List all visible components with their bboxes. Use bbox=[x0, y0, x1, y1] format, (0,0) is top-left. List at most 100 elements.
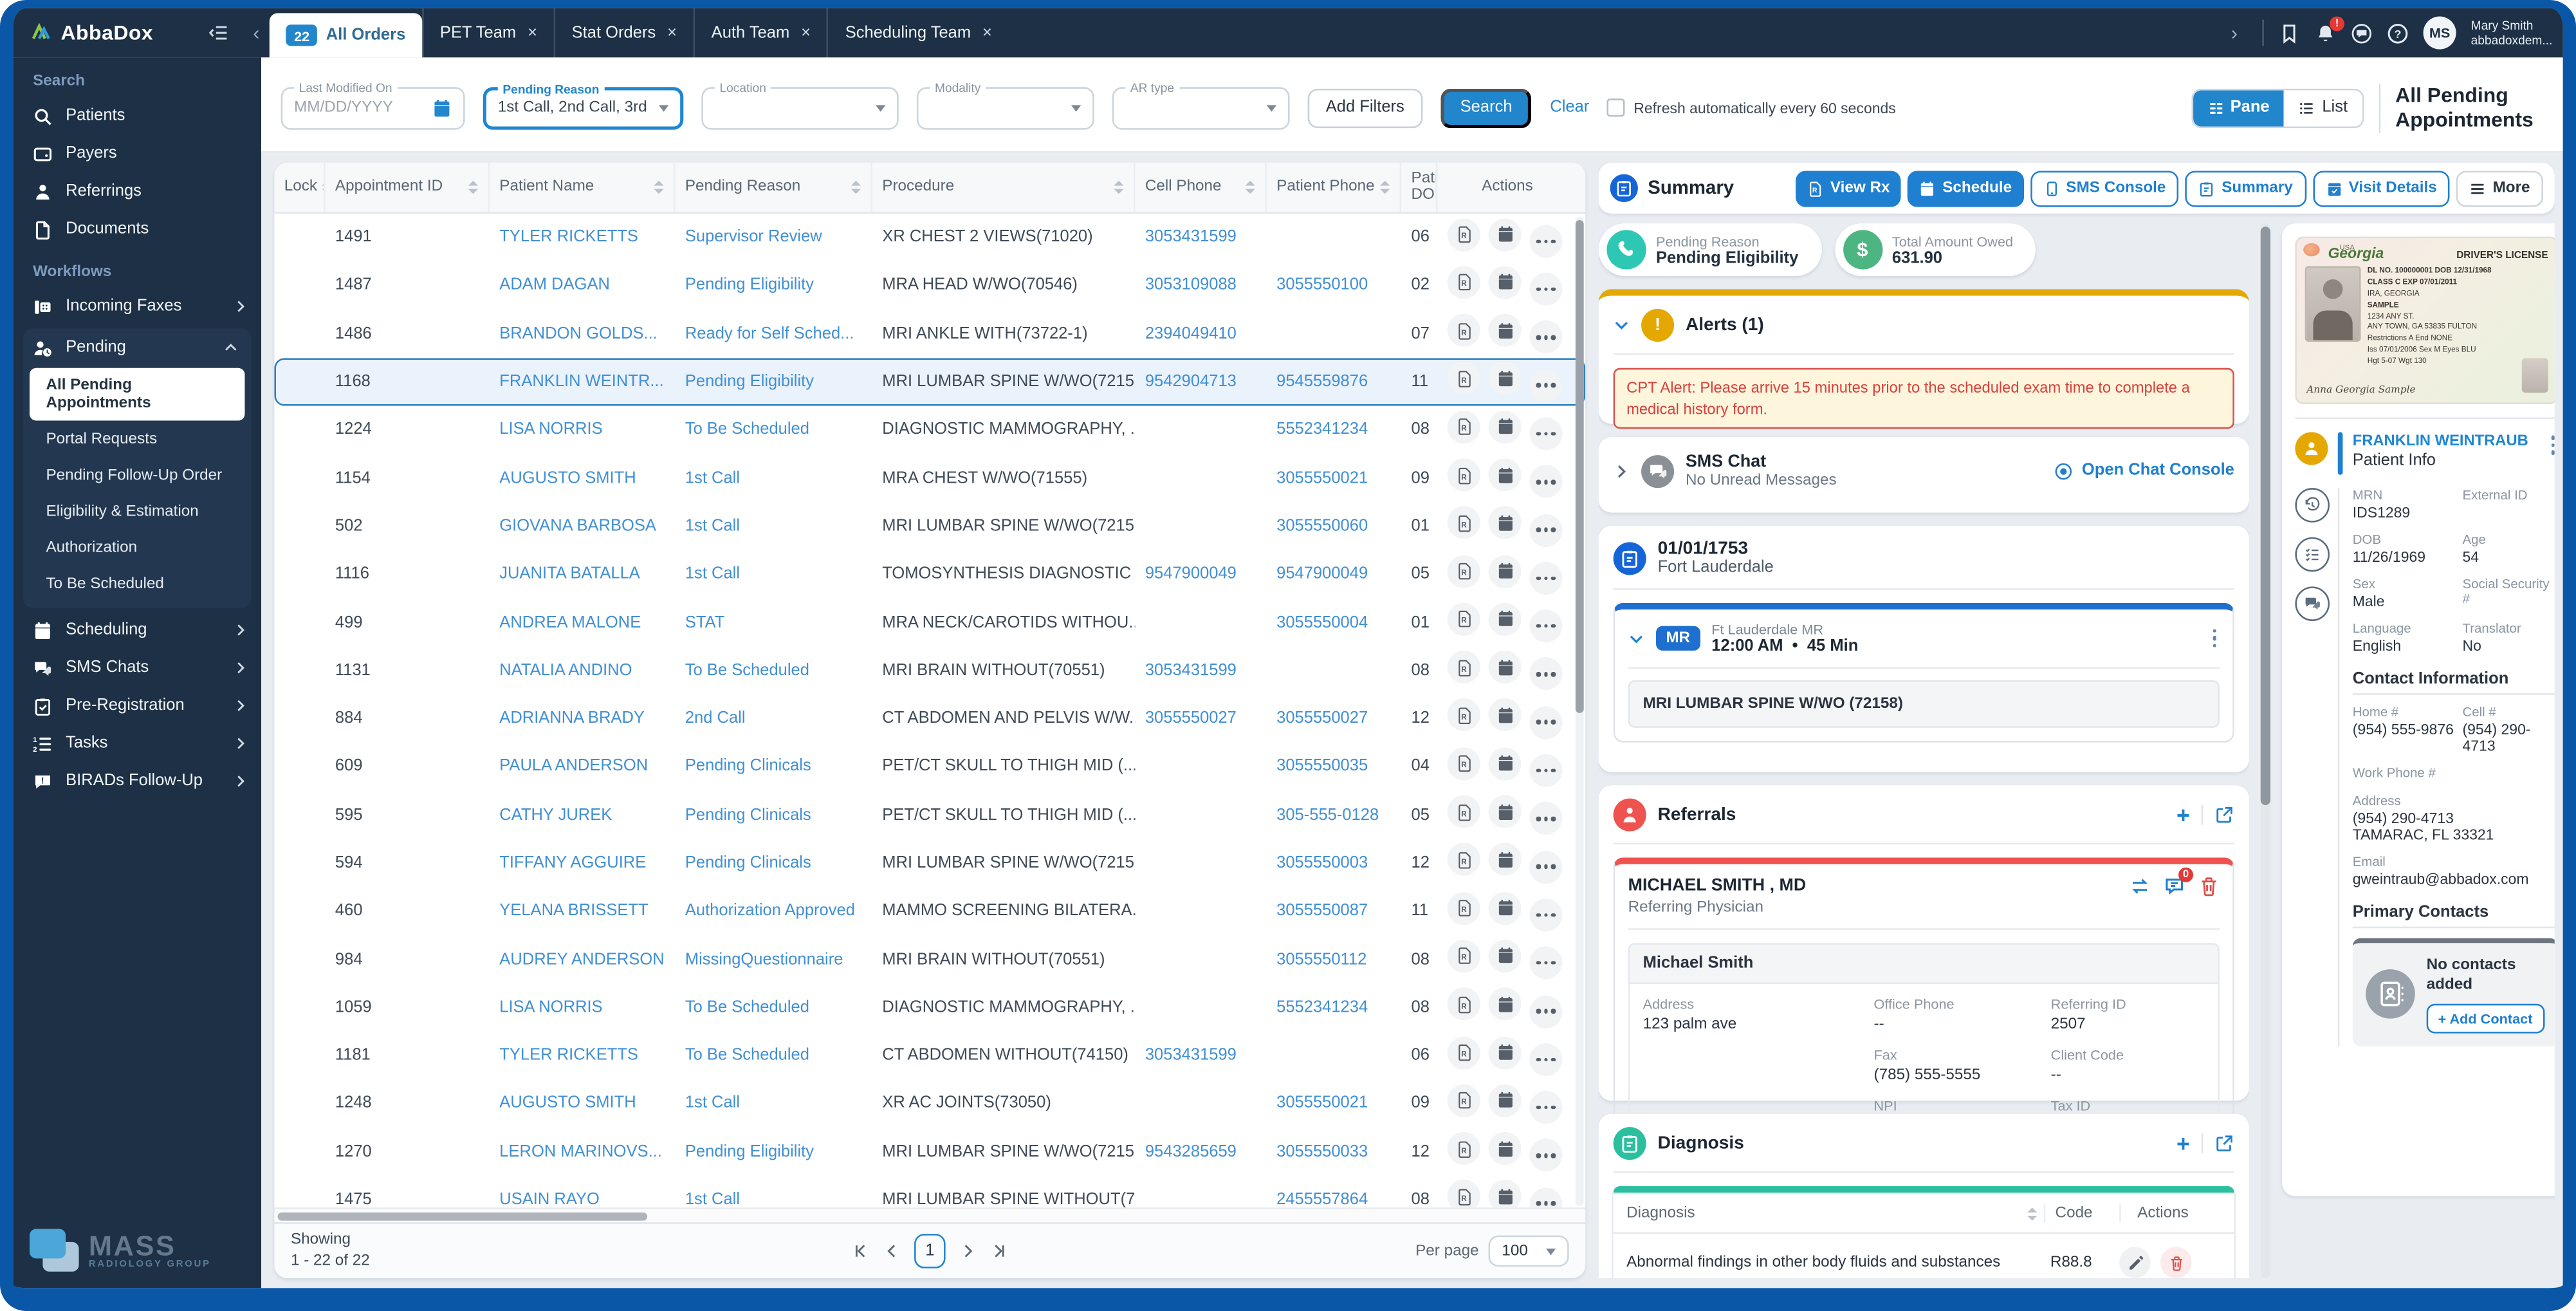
pending-reason-link[interactable]: 1st Call bbox=[676, 566, 872, 584]
schedule-action-button[interactable] bbox=[1488, 554, 1522, 588]
column-header-patient-dob[interactable]: Patient DOB bbox=[1399, 162, 1436, 212]
schedule-action-button[interactable] bbox=[1488, 1132, 1522, 1166]
more-actions-button[interactable] bbox=[1529, 994, 1563, 1028]
patient-phone-link[interactable]: 3055550112 bbox=[1267, 951, 1401, 969]
sidebar-item-payers[interactable]: Payers bbox=[13, 135, 261, 172]
kebab-menu-icon[interactable] bbox=[2209, 626, 2220, 651]
sidebar-item-birads-follow-up[interactable]: ! BIRADs Follow-Up bbox=[13, 762, 261, 800]
rx-action-button[interactable]: R bbox=[1447, 506, 1480, 540]
patient-phone-link[interactable]: 5552341234 bbox=[1267, 999, 1401, 1017]
schedule-action-button[interactable] bbox=[1488, 1036, 1522, 1069]
patient-name-link[interactable]: USAIN RAYO bbox=[490, 1191, 676, 1207]
sidebar-item-all-pending-appointments[interactable]: All Pending Appointments bbox=[29, 367, 245, 421]
last-modified-on-field[interactable]: Last Modified On MM/DD/YYYY bbox=[281, 79, 465, 129]
table-row[interactable]: 460 YELANA BRISSETT Authorization Approved… bbox=[274, 888, 1585, 936]
patient-name-link[interactable]: JUANITA BATALLA bbox=[490, 566, 676, 584]
tab-close-icon[interactable]: × bbox=[801, 24, 811, 42]
pending-reason-link[interactable]: Pending Clinicals bbox=[676, 854, 872, 872]
column-header-patient-name[interactable]: Patient Name bbox=[488, 162, 674, 212]
last-page-icon[interactable] bbox=[990, 1242, 1008, 1260]
patient-phone-link[interactable]: 3055550100 bbox=[1267, 277, 1401, 295]
schedule-action-button[interactable] bbox=[1488, 218, 1522, 251]
more-button[interactable]: More bbox=[2456, 170, 2543, 207]
pending-reason-link[interactable]: 1st Call bbox=[676, 517, 872, 535]
patient-name-link[interactable]: LISA NORRIS bbox=[490, 421, 676, 439]
add-contact-button[interactable]: + Add Contact bbox=[2426, 1003, 2544, 1034]
patient-phone-link[interactable]: 9545559876 bbox=[1267, 373, 1401, 391]
rx-action-button[interactable]: R bbox=[1447, 362, 1480, 395]
tab-scheduling-team[interactable]: Scheduling Team × bbox=[827, 8, 1009, 58]
sidebar-item-incoming-faxes[interactable]: Incoming Faxes bbox=[13, 288, 261, 326]
patient-phone-link[interactable]: 3055550021 bbox=[1267, 469, 1401, 487]
table-row[interactable]: 1270 LERON MARINOVS... Pending Eligibility… bbox=[274, 1128, 1585, 1176]
tab-pet-team[interactable]: PET Team × bbox=[421, 8, 554, 58]
chevron-down-icon[interactable] bbox=[1628, 630, 1645, 647]
schedule-action-button[interactable] bbox=[1488, 891, 1522, 925]
sidebar-item-pending-follow-up-order[interactable]: Pending Follow-Up Order bbox=[30, 458, 245, 493]
sort-icon[interactable] bbox=[851, 180, 861, 194]
rx-action-button[interactable]: R bbox=[1447, 1084, 1480, 1117]
table-row[interactable]: 1059 LISA NORRIS To Be Scheduled DIAGNOSTIC… bbox=[274, 983, 1585, 1032]
schedule-action-button[interactable] bbox=[1488, 699, 1522, 732]
clear-link[interactable]: Clear bbox=[1550, 98, 1589, 116]
patient-name-link[interactable]: NATALIA ANDINO bbox=[490, 662, 676, 680]
patient-kebab-menu-icon[interactable] bbox=[2547, 432, 2555, 458]
schedule-action-button[interactable] bbox=[1488, 747, 1522, 780]
add-diagnosis-icon[interactable]: + bbox=[2176, 1130, 2190, 1157]
patient-phone-link[interactable]: 3055550003 bbox=[1267, 854, 1401, 872]
chevron-down-icon[interactable] bbox=[1614, 317, 1630, 334]
visit-details-button[interactable]: Visit Details bbox=[2312, 170, 2451, 207]
more-actions-button[interactable] bbox=[1529, 369, 1563, 402]
sidebar-item-pre-registration[interactable]: Pre-Registration bbox=[13, 687, 261, 725]
schedule-action-button[interactable] bbox=[1488, 987, 1522, 1021]
schedule-action-button[interactable] bbox=[1488, 1180, 1522, 1208]
schedule-action-button[interactable] bbox=[1488, 313, 1522, 347]
rx-action-button[interactable]: R bbox=[1447, 651, 1480, 684]
more-actions-button[interactable] bbox=[1529, 561, 1563, 595]
tab-close-icon[interactable]: × bbox=[982, 24, 992, 42]
table-row[interactable]: 984 AUDREY ANDERSON MissingQuestionnaire MR… bbox=[274, 936, 1585, 984]
table-row[interactable]: 1154 AUGUSTO SMITH 1st Call MRA CHEST W/WO(… bbox=[274, 454, 1585, 503]
table-row[interactable]: 1131 NATALIA ANDINO To Be Scheduled MRI BRA… bbox=[274, 647, 1585, 695]
schedule-action-button[interactable] bbox=[1488, 602, 1522, 636]
more-actions-button[interactable] bbox=[1529, 417, 1563, 451]
patient-name-link[interactable]: PAULA ANDERSON bbox=[490, 758, 676, 776]
table-row[interactable]: 1181 TYLER RICKETTS To Be Scheduled CT ABDO… bbox=[274, 1032, 1585, 1080]
cell-phone-link[interactable]: 9542904713 bbox=[1136, 373, 1267, 391]
sidebar-item-scheduling[interactable]: Scheduling bbox=[13, 611, 261, 649]
cell-phone-link[interactable]: 3053431599 bbox=[1136, 1047, 1267, 1065]
pending-reason-link[interactable]: To Be Scheduled bbox=[676, 662, 872, 680]
edit-diagnosis-button[interactable] bbox=[2119, 1247, 2151, 1279]
sidebar-item-patients[interactable]: Patients bbox=[13, 97, 261, 135]
table-row[interactable]: 595 CATHY JUREK Pending Clinicals PET/CT SK… bbox=[274, 791, 1585, 839]
rx-action-button[interactable]: R bbox=[1447, 699, 1480, 732]
sort-icon[interactable] bbox=[654, 180, 664, 194]
patient-name-link[interactable]: AUGUSTO SMITH bbox=[490, 469, 676, 487]
patient-name-link[interactable]: YELANA BRISSETT bbox=[490, 902, 676, 920]
patient-phone-link[interactable]: 3055550004 bbox=[1267, 613, 1401, 631]
pending-reason-link[interactable]: To Be Scheduled bbox=[676, 421, 872, 439]
ar-type-filter[interactable]: AR type bbox=[1112, 79, 1290, 129]
pending-reason-link[interactable]: STAT bbox=[676, 613, 872, 631]
prev-page-icon[interactable] bbox=[883, 1242, 901, 1260]
tab-stat-orders[interactable]: Stat Orders × bbox=[553, 8, 694, 58]
table-row[interactable]: 499 ANDREA MALONE STAT MRA NECK/CAROTIDS WI… bbox=[274, 599, 1585, 647]
column-header-patient-phone[interactable]: Patient Phone bbox=[1265, 162, 1399, 212]
patient-name-link[interactable]: FRANKLIN WEINTR... bbox=[490, 373, 676, 391]
current-page[interactable]: 1 bbox=[914, 1234, 946, 1269]
patient-phone-link[interactable]: 3055550087 bbox=[1267, 902, 1401, 920]
table-row[interactable]: 1248 AUGUSTO SMITH 1st Call XR AC JOINTS(73… bbox=[274, 1080, 1585, 1128]
table-row[interactable]: 594 TIFFANY AGGUIRE Pending Clinicals MRI L… bbox=[274, 839, 1585, 888]
patient-phone-link[interactable]: 9547900049 bbox=[1267, 566, 1401, 584]
summary-scrollbar[interactable] bbox=[2260, 223, 2271, 1279]
patient-name-link[interactable]: TYLER RICKETTS bbox=[490, 228, 676, 246]
rx-action-button[interactable]: R bbox=[1447, 602, 1480, 636]
delete-diagnosis-button[interactable] bbox=[2160, 1247, 2192, 1279]
more-actions-button[interactable] bbox=[1529, 850, 1563, 884]
rx-action-button[interactable]: R bbox=[1447, 795, 1480, 828]
tab-close-icon[interactable]: × bbox=[667, 24, 677, 42]
auto-refresh-checkbox[interactable] bbox=[1607, 98, 1626, 117]
column-header-pending-reason[interactable]: Pending Reason bbox=[673, 162, 870, 212]
patient-name-link[interactable]: AUGUSTO SMITH bbox=[490, 1095, 676, 1113]
view-rx-button[interactable]: R View Rx bbox=[1796, 170, 1902, 207]
